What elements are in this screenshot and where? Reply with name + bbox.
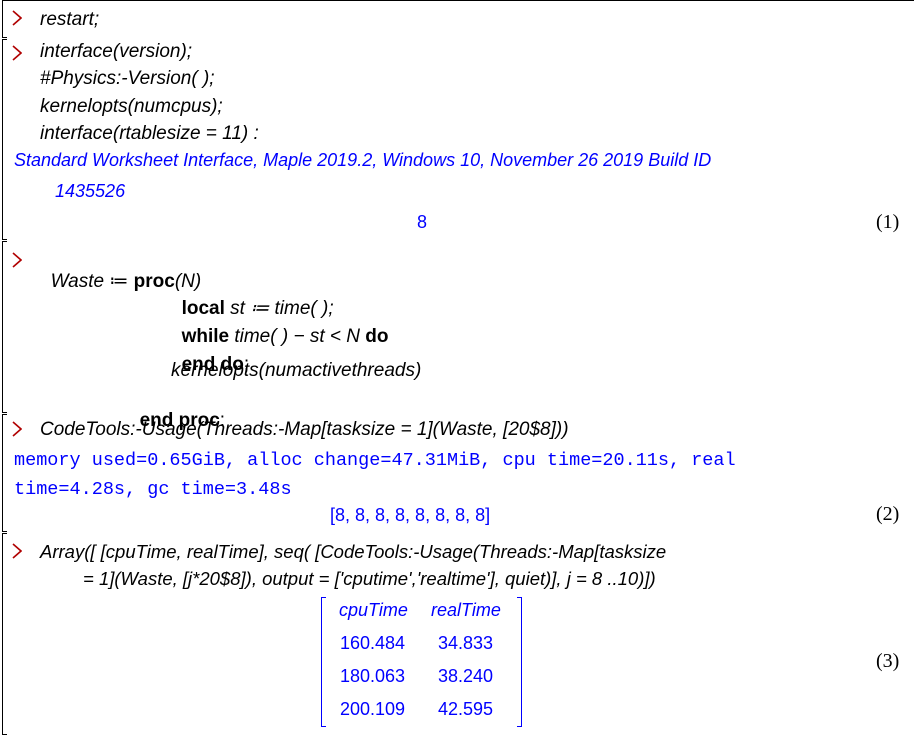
- input-array-line2[interactable]: = 1](Waste, [j*20$8]), output = ['cputim…: [83, 568, 656, 590]
- proc-name: Waste: [50, 271, 105, 292]
- output-version-line1: Standard Worksheet Interface, Maple 2019…: [14, 150, 712, 170]
- group-bracket-4[interactable]: [2, 414, 7, 532]
- equation-label-2: (2): [876, 503, 900, 525]
- prompt-chevron-icon: [12, 45, 22, 67]
- prompt-chevron-icon: [12, 10, 22, 32]
- worksheet-top-border: [2, 0, 914, 1]
- group-bracket-3[interactable]: [2, 241, 7, 413]
- matrix-cell: 38.240: [438, 666, 494, 686]
- matrix-right-bracket: [517, 597, 522, 727]
- input-kernelopts-numcpus[interactable]: kernelopts(numcpus);: [40, 96, 223, 118]
- equation-label-1: (1): [876, 211, 900, 233]
- output-memory-line1: memory used=0.65GiB, alloc change=47.31M…: [14, 450, 736, 471]
- matrix-cell: 160.484: [340, 633, 406, 653]
- keyword-do: do: [365, 326, 389, 347]
- output-memory-line2: time=4.28s, gc time=3.48s: [14, 479, 292, 500]
- group-bracket-5[interactable]: [2, 533, 7, 735]
- matrix-header-realtime: realTime: [431, 600, 501, 620]
- matrix-cell: 200.109: [340, 699, 406, 719]
- output-numcpus: 8: [417, 212, 428, 232]
- matrix-left-bracket: [321, 597, 326, 727]
- matrix-cell: 34.833: [438, 633, 494, 653]
- output-thread-list: [8, 8, 8, 8, 8, 8, 8, 8]: [330, 505, 491, 525]
- matrix-cell: 42.595: [438, 699, 494, 719]
- prompt-chevron-icon: [12, 421, 22, 443]
- input-restart[interactable]: restart;: [40, 9, 99, 31]
- input-kernelopts-threads[interactable]: kernelopts(numactivethreads): [171, 360, 421, 382]
- input-codetools-usage[interactable]: CodeTools:-Usage(Threads:-Map[tasksize =…: [40, 419, 569, 441]
- matrix-header-cputime: cpuTime: [339, 600, 408, 620]
- keyword-proc: proc: [133, 271, 175, 292]
- input-physics-version[interactable]: #Physics:-Version( );: [40, 68, 215, 90]
- group-bracket-1[interactable]: [2, 0, 7, 38]
- group-bracket-2[interactable]: [2, 39, 7, 240]
- input-interface-version[interactable]: interface(version);: [40, 41, 192, 63]
- matrix-cell: 180.063: [340, 666, 406, 686]
- prompt-chevron-icon: [12, 543, 22, 565]
- equation-label-3: (3): [876, 650, 900, 672]
- input-rtablesize[interactable]: interface(rtablesize = 11) :: [40, 123, 259, 145]
- output-version-line2: 1435526: [55, 181, 126, 201]
- prompt-chevron-icon: [12, 252, 22, 274]
- assign-operator: ≔: [104, 271, 134, 292]
- input-array-line1[interactable]: Array([ [cpuTime, realTime], seq( [CodeT…: [40, 541, 666, 563]
- while-condition: time( ) − st < N: [229, 326, 366, 347]
